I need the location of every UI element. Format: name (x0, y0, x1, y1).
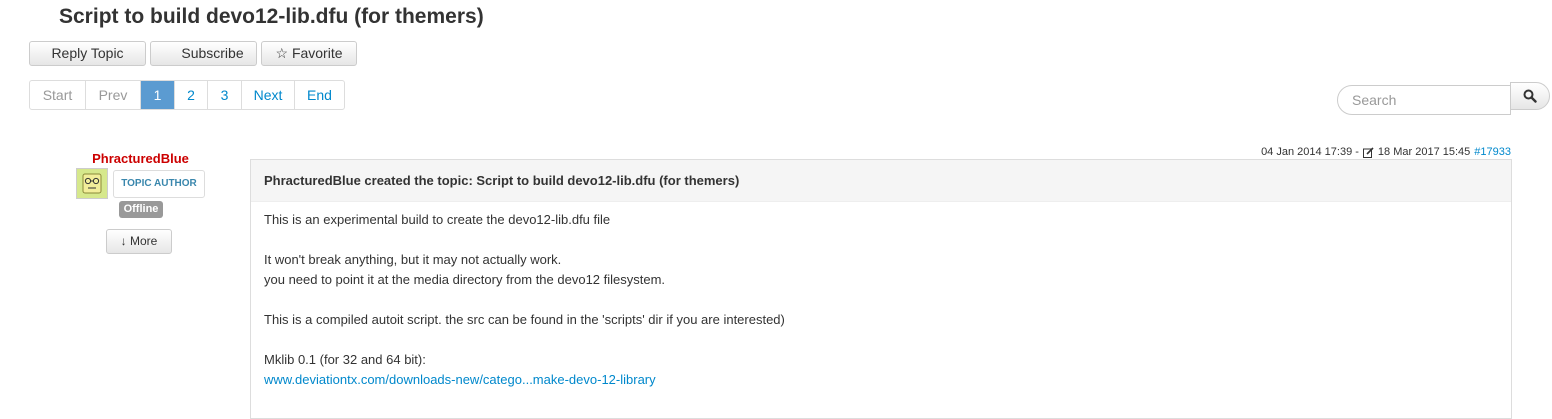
more-button[interactable]: ↓ More (106, 229, 172, 254)
subscribe-button[interactable]: Subscribe (150, 41, 257, 66)
post-line: It won't break anything, but it may not … (264, 252, 562, 267)
magnifier-icon (1523, 89, 1537, 103)
star-icon: ☆ (275, 45, 289, 61)
post-panel: PhracturedBlue created the topic: Script… (250, 159, 1512, 419)
post-line (264, 230, 1498, 250)
post-header: PhracturedBlue created the topic: Script… (251, 160, 1511, 202)
search-input[interactable] (1337, 85, 1511, 115)
arrow-down-icon: ↓ (120, 234, 127, 248)
post-line: Mklib 0.1 (for 32 and 64 bit): (264, 352, 426, 367)
search-button[interactable] (1510, 82, 1550, 110)
post-line: This is a compiled autoit script. the sr… (264, 312, 785, 327)
post-line: you need to point it at the media direct… (264, 272, 666, 287)
author-name[interactable]: PhracturedBlue (72, 151, 209, 166)
page-next[interactable]: Next (242, 81, 295, 109)
topic-title: Script to build devo12-lib.dfu (for them… (59, 5, 484, 28)
avatar-face-icon (77, 169, 107, 198)
page-prev: Prev (86, 81, 141, 109)
post-line (264, 290, 1498, 310)
created-date: 04 Jan 2014 17:39 - (1261, 146, 1359, 158)
edit-icon (1362, 146, 1374, 158)
page-start: Start (30, 81, 86, 109)
reply-topic-label: Reply Topic (51, 45, 124, 61)
favorite-label: Favorite (291, 45, 343, 61)
status-badge: Offline (119, 201, 163, 218)
post-line: This is an experimental build to create … (264, 212, 611, 227)
post-body: This is an experimental build to create … (251, 202, 1511, 398)
more-label: More (130, 234, 158, 248)
post-line (264, 330, 1498, 350)
reply-topic-button[interactable]: Reply Topic (29, 41, 146, 66)
avatar-image[interactable] (76, 168, 108, 199)
post-meta: 04 Jan 2014 17:39 - 18 Mar 2017 15:45 #1… (1261, 146, 1511, 158)
page-end[interactable]: End (295, 81, 344, 109)
topic-author-badge: TOPIC AUTHOR (113, 170, 205, 198)
subscribe-label: Subscribe (181, 45, 244, 61)
edited-date: 18 Mar 2017 15:45 (1377, 146, 1471, 158)
page-3[interactable]: 3 (208, 81, 242, 109)
page-2[interactable]: 2 (175, 81, 208, 109)
download-link[interactable]: www.deviationtx.com/downloads-new/catego… (264, 372, 656, 387)
pagination: Start Prev 1 2 3 Next End (29, 80, 345, 110)
page-1[interactable]: 1 (141, 81, 175, 109)
post-id-link[interactable]: #17933 (1474, 146, 1511, 158)
favorite-button[interactable]: ☆ Favorite (261, 41, 357, 66)
